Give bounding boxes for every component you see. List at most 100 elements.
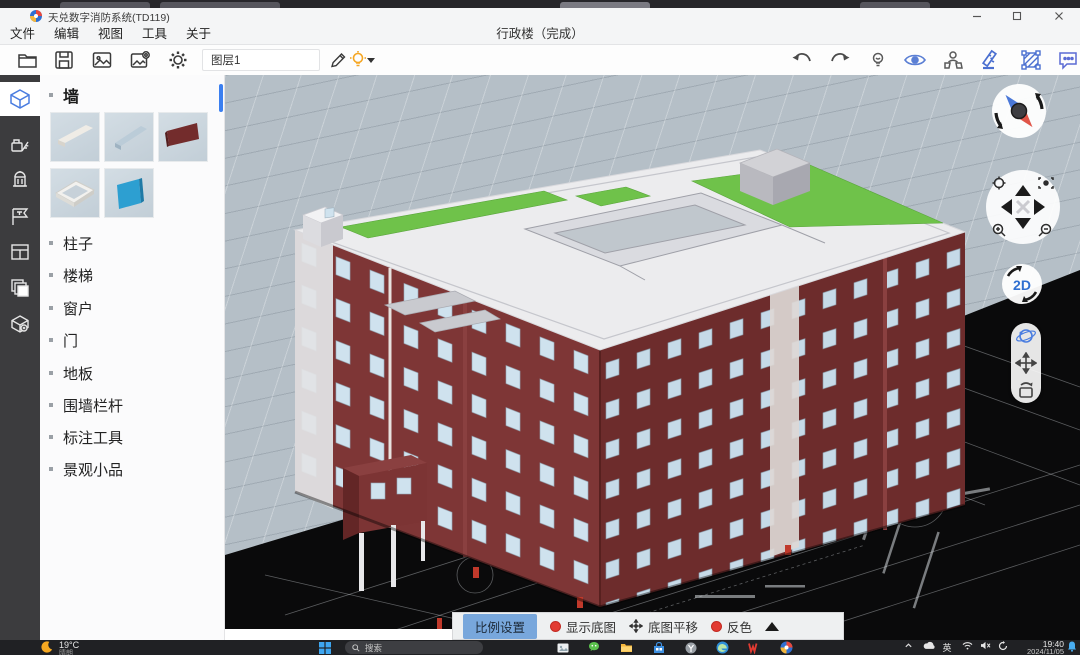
document-title: 行政楼（完成） bbox=[0, 24, 1080, 44]
bullet-icon bbox=[49, 435, 53, 439]
navigation-dpad[interactable] bbox=[985, 169, 1061, 245]
taskbar-app-utility[interactable] bbox=[684, 641, 697, 654]
comment-bubble-icon[interactable] bbox=[1056, 48, 1080, 72]
bullet-icon bbox=[49, 241, 53, 245]
redo-icon[interactable] bbox=[828, 48, 852, 72]
rail-layers-copy-icon[interactable] bbox=[0, 271, 40, 305]
bullet-icon bbox=[49, 93, 53, 97]
person-locate-icon[interactable] bbox=[941, 48, 965, 72]
minimize-button[interactable] bbox=[962, 8, 992, 24]
rail-model-cube-icon[interactable] bbox=[0, 82, 40, 116]
taskbar-app-store[interactable] bbox=[652, 641, 665, 654]
main-toolbar: 图层1 bbox=[0, 45, 1080, 76]
weather-widget[interactable]: 19°C 晴朗 bbox=[40, 641, 79, 655]
tray-chevron-up-icon[interactable] bbox=[902, 641, 914, 650]
undo-icon[interactable] bbox=[790, 48, 814, 72]
category-fence-railing[interactable]: 围墙栏杆 bbox=[40, 389, 225, 421]
light-bulb-outline-icon[interactable] bbox=[866, 48, 890, 72]
thumbnail-glass-wall[interactable] bbox=[104, 112, 154, 162]
basemap-pan-toggle[interactable]: 底图平移 bbox=[629, 617, 698, 636]
bullet-icon bbox=[49, 371, 53, 375]
pan-arrows-icon bbox=[629, 619, 643, 633]
maximize-button[interactable] bbox=[1002, 8, 1032, 24]
app-logo-icon bbox=[30, 10, 42, 22]
bullet-icon bbox=[49, 306, 53, 310]
rail-furniture-icon[interactable] bbox=[0, 127, 40, 161]
rail-layout-panels-icon[interactable] bbox=[0, 235, 40, 269]
windows-taskbar: 19°C 晴朗 搜索 bbox=[0, 640, 1080, 655]
thumbnail-white-wall[interactable] bbox=[50, 112, 100, 162]
background-window-strip bbox=[0, 0, 1080, 8]
tray-notification-bell-icon[interactable] bbox=[1066, 641, 1078, 652]
red-dot-icon bbox=[550, 621, 561, 632]
app-window: 天兑数字消防系统(TD119) 文件 编辑 视图 工具 关于 行政楼（完成） bbox=[0, 0, 1080, 655]
close-button[interactable] bbox=[1044, 8, 1074, 24]
tray-ime-indicator[interactable]: 英 bbox=[940, 641, 954, 654]
category-floor[interactable]: 地板 bbox=[40, 357, 225, 389]
red-dot-icon bbox=[711, 621, 722, 632]
category-stairs[interactable]: 楼梯 bbox=[40, 259, 225, 291]
category-door[interactable]: 门 bbox=[40, 324, 225, 356]
bullet-icon bbox=[49, 338, 53, 342]
visibility-eye-icon[interactable] bbox=[903, 48, 927, 72]
rotate-view-tool-icon[interactable] bbox=[1015, 379, 1037, 401]
category-column[interactable]: 柱子 bbox=[40, 227, 225, 259]
category-window[interactable]: 窗户 bbox=[40, 292, 225, 324]
hatch-region-icon[interactable] bbox=[1019, 48, 1043, 72]
mode-2d-button[interactable]: 2D bbox=[1001, 263, 1043, 305]
group-wall[interactable]: 墙 bbox=[40, 83, 225, 107]
taskbar-app-td119[interactable] bbox=[780, 641, 793, 654]
measure-ruler-icon[interactable] bbox=[980, 48, 1004, 72]
layer-select-field[interactable]: 图层1 bbox=[202, 49, 320, 71]
svg-text:2D: 2D bbox=[1013, 277, 1031, 293]
compass-control[interactable] bbox=[991, 83, 1047, 139]
view-tools-pill bbox=[1011, 323, 1041, 403]
thumbnail-blue-wall[interactable] bbox=[104, 168, 154, 218]
tray-volume-muted-icon[interactable] bbox=[978, 641, 992, 650]
save-icon[interactable] bbox=[52, 48, 76, 72]
tray-wifi-icon[interactable] bbox=[960, 641, 974, 650]
rail-fire-hydrant-icon[interactable] bbox=[0, 163, 40, 197]
start-button[interactable] bbox=[318, 641, 331, 654]
thumbnail-red-wall[interactable] bbox=[158, 112, 208, 162]
category-annotation-tools[interactable]: 标注工具 bbox=[40, 421, 225, 453]
moon-icon bbox=[40, 641, 53, 654]
taskbar-app-wechat[interactable] bbox=[588, 641, 601, 654]
tray-cloud-icon[interactable] bbox=[922, 641, 936, 650]
map-marker-image-icon[interactable] bbox=[128, 48, 152, 72]
viewport-3d[interactable]: 2D bbox=[225, 75, 1080, 640]
pan-tool-icon[interactable] bbox=[1015, 352, 1037, 374]
basemap-panel: 比例设置 显示底图 底图平移 反色 bbox=[452, 612, 844, 640]
collapse-panel-icon[interactable] bbox=[765, 622, 779, 631]
bullet-icon bbox=[49, 467, 53, 471]
menu-bar: 文件 编辑 视图 工具 关于 行政楼（完成） bbox=[0, 24, 1080, 45]
component-library-panel: 墙 柱子 楼梯 窗户 门 地板 围墙栏杆 标注工具 景观小品 bbox=[40, 75, 225, 640]
category-landscape[interactable]: 景观小品 bbox=[40, 453, 225, 485]
taskbar-clock[interactable]: 19:40 2024/11/05 bbox=[1012, 640, 1064, 655]
window-title: 天兑数字消防系统(TD119) bbox=[48, 10, 170, 25]
taskbar-app-wps[interactable] bbox=[748, 641, 761, 654]
rail-component-box-icon[interactable] bbox=[0, 307, 40, 341]
taskbar-app-edge[interactable] bbox=[716, 641, 729, 654]
search-icon bbox=[352, 644, 360, 652]
dropdown-caret-icon[interactable] bbox=[364, 48, 378, 72]
open-folder-icon[interactable] bbox=[16, 48, 40, 72]
rail-flag-label-icon[interactable] bbox=[0, 200, 40, 234]
image-icon[interactable] bbox=[90, 48, 114, 72]
taskbar-app-file-explorer[interactable] bbox=[620, 641, 633, 654]
bullet-icon bbox=[49, 403, 53, 407]
bullet-icon bbox=[49, 273, 53, 277]
tray-onedrive-icon[interactable] bbox=[996, 641, 1010, 651]
taskbar-search[interactable]: 搜索 bbox=[345, 641, 483, 654]
building-model bbox=[225, 75, 1080, 640]
orbit-tool-icon[interactable] bbox=[1015, 325, 1037, 347]
panel-scrollbar[interactable] bbox=[219, 84, 223, 112]
title-bar: 天兑数字消防系统(TD119) bbox=[0, 8, 1080, 24]
thumbnail-enclosure-tray[interactable] bbox=[50, 168, 100, 218]
settings-gear-icon[interactable] bbox=[166, 48, 190, 72]
scale-settings-button[interactable]: 比例设置 bbox=[463, 614, 537, 639]
invert-color-toggle[interactable]: 反色 bbox=[711, 617, 752, 636]
left-icon-rail bbox=[0, 75, 40, 640]
taskbar-app-photos[interactable] bbox=[556, 641, 569, 654]
show-basemap-toggle[interactable]: 显示底图 bbox=[550, 617, 616, 636]
